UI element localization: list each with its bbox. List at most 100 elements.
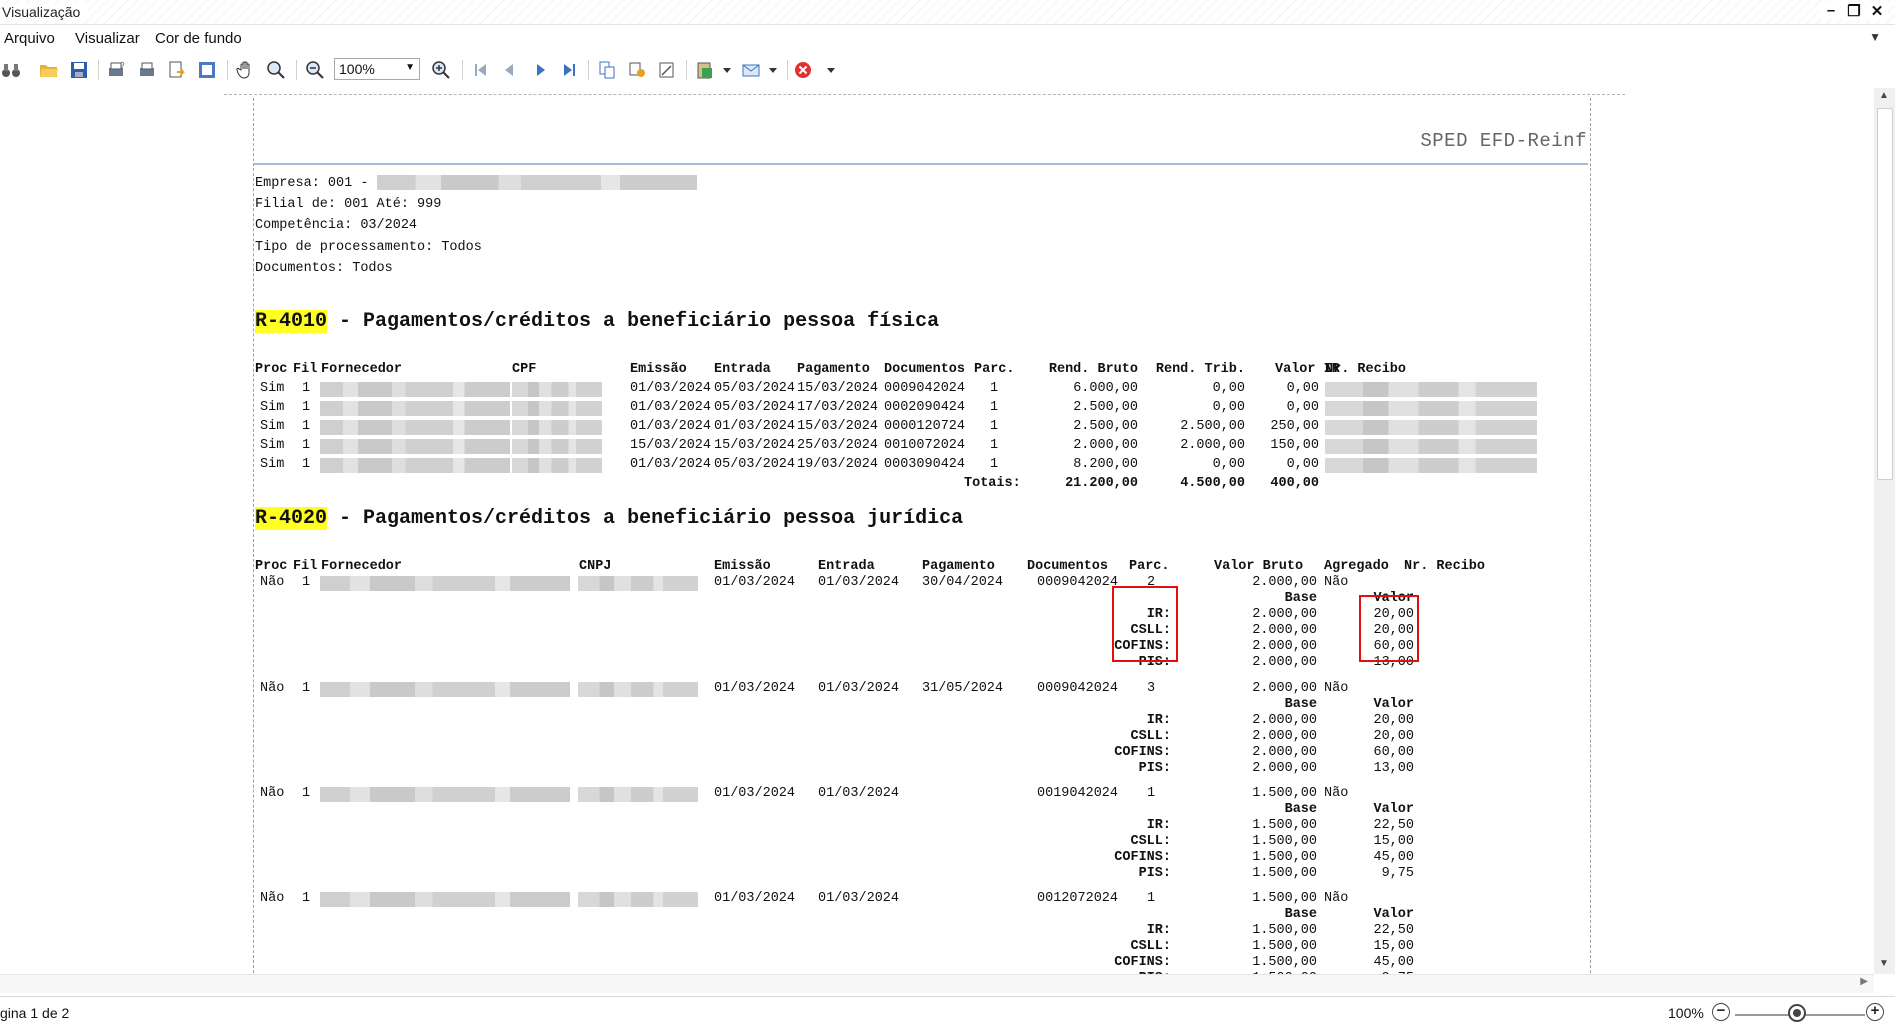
- section-label: - Pagamentos/créditos a beneficiário pes…: [327, 507, 964, 530]
- page-top-guide: [224, 94, 1625, 95]
- vertical-scrollbar[interactable]: ▲ ▼: [1874, 88, 1895, 974]
- prev-page-icon[interactable]: [498, 59, 520, 81]
- fil-cell: 1: [302, 575, 311, 590]
- redacted-recibo: [1325, 420, 1537, 435]
- clipboard-icon[interactable]: [694, 59, 716, 81]
- entrada-cell: 01/03/2024: [818, 786, 900, 801]
- zoom-out-button[interactable]: −: [1712, 1003, 1730, 1021]
- close-icon[interactable]: [792, 59, 814, 81]
- minimize-icon[interactable]: –: [1820, 2, 1842, 19]
- copy-icon[interactable]: [626, 59, 648, 81]
- emissao-cell: 01/03/2024: [630, 400, 712, 415]
- zoom-out-icon[interactable]: [304, 59, 326, 81]
- restore-icon[interactable]: ❐: [1843, 2, 1865, 20]
- tax-valor-cell: 22,50: [1373, 923, 1414, 938]
- documento-cell: 0002090424: [884, 400, 966, 415]
- zoom-in-icon[interactable]: [265, 59, 287, 81]
- scroll-right-icon[interactable]: ▶: [1860, 976, 1868, 987]
- document-viewport[interactable]: SPED EFD-Reinf Empresa: 001 - Filial de:…: [0, 88, 1874, 974]
- documento-cell: 0010072024: [884, 438, 966, 453]
- valor-ir-cell: 250,00: [1270, 419, 1319, 434]
- rend-trib-cell: 2.500,00: [1180, 419, 1245, 434]
- column-header: Fornecedor: [321, 362, 403, 377]
- redacted-cnpj: [578, 576, 698, 591]
- rend-bruto-cell: 2.500,00: [1073, 400, 1138, 415]
- menu-visualizar[interactable]: Visualizar: [75, 30, 140, 47]
- tax-label: COFINS:: [1114, 955, 1171, 970]
- proc-cell: Não: [260, 575, 285, 590]
- base-header: Base: [1284, 907, 1317, 922]
- documento-cell: 0009042024: [884, 381, 966, 396]
- proc-cell: Sim: [260, 400, 285, 415]
- zoom-select[interactable]: 100% ▼: [334, 58, 420, 80]
- redacted-recibo: [1325, 401, 1537, 416]
- info-competencia: Competência: 03/2024: [255, 218, 418, 233]
- header-divider: [254, 163, 1588, 165]
- export-icon[interactable]: [166, 59, 188, 81]
- entrada-cell: 01/03/2024: [714, 419, 796, 434]
- chevron-down-icon[interactable]: [762, 59, 784, 81]
- scroll-up-icon[interactable]: ▲: [1879, 90, 1889, 101]
- edit-page-icon[interactable]: [656, 59, 678, 81]
- column-header: Pagamento: [922, 559, 995, 574]
- info-documentos: Documentos: Todos: [255, 261, 393, 276]
- parc-cell: 1: [990, 419, 999, 434]
- next-page-icon[interactable]: [530, 59, 552, 81]
- save-icon[interactable]: [68, 59, 90, 81]
- column-header: Entrada: [714, 362, 771, 377]
- zoom-in-button[interactable]: +: [1866, 1003, 1884, 1021]
- scroll-down-icon[interactable]: ▼: [1879, 958, 1889, 969]
- zoom-select-value: 100%: [339, 61, 375, 77]
- emissao-cell: 01/03/2024: [714, 575, 796, 590]
- documento-cell: 0019042024: [1037, 786, 1119, 801]
- rend-bruto-cell: 6.000,00: [1073, 381, 1138, 396]
- column-header: Parc.: [1129, 559, 1170, 574]
- menu-arquivo[interactable]: Arquivo: [4, 30, 55, 47]
- first-page-icon[interactable]: [470, 59, 492, 81]
- page-setup-icon[interactable]: [596, 59, 618, 81]
- chevron-down-icon[interactable]: [820, 59, 842, 81]
- base-header: Base: [1284, 802, 1317, 817]
- last-page-icon[interactable]: [558, 59, 580, 81]
- scroll-thumb[interactable]: [1877, 108, 1893, 480]
- window-title: Visualização: [2, 4, 87, 20]
- column-header: Nr. Recibo: [1325, 362, 1407, 377]
- chevron-down-icon[interactable]: [716, 59, 738, 81]
- chevron-down-icon[interactable]: ▼: [1869, 30, 1881, 44]
- section-title-r4010: R-4010 - Pagamentos/créditos a beneficiá…: [255, 310, 939, 333]
- fil-cell: 1: [302, 381, 311, 396]
- redacted-fornecedor: [320, 576, 570, 591]
- column-header: Valor IR: [1275, 362, 1340, 377]
- close-window-icon[interactable]: ✕: [1866, 2, 1888, 20]
- total-bruto: 21.200,00: [1065, 476, 1138, 491]
- redacted-fornecedor: [320, 420, 510, 435]
- documento-cell: 0009042024: [1037, 575, 1119, 590]
- column-header: Fornecedor: [321, 559, 403, 574]
- entrada-cell: 01/03/2024: [818, 891, 900, 906]
- documento-cell: 0003090424: [884, 457, 966, 472]
- emissao-cell: 01/03/2024: [714, 681, 796, 696]
- horizontal-scrollbar[interactable]: ▶: [0, 974, 1874, 993]
- agregado-cell: Não: [1324, 891, 1349, 906]
- tax-base-cell: 1.500,00: [1252, 818, 1317, 833]
- zoom-slider-knob[interactable]: [1788, 1004, 1806, 1022]
- rend-bruto-cell: 2.500,00: [1073, 419, 1138, 434]
- magnifier-icon[interactable]: [430, 59, 452, 81]
- valor-ir-cell: 0,00: [1286, 381, 1319, 396]
- email-icon[interactable]: [740, 59, 762, 81]
- valor-bruto-cell: 1.500,00: [1252, 891, 1317, 906]
- open-folder-icon[interactable]: [38, 59, 60, 81]
- section-title-r4020: R-4020 - Pagamentos/créditos a beneficiá…: [255, 507, 963, 530]
- print-setup-icon[interactable]: ?: [105, 59, 127, 81]
- export-page-icon[interactable]: [196, 59, 218, 81]
- menu-cor-de-fundo[interactable]: Cor de fundo: [155, 30, 242, 47]
- tax-base-cell: 2.000,00: [1252, 761, 1317, 776]
- column-header: Rend. Bruto: [1048, 362, 1138, 377]
- tax-label: IR:: [1146, 818, 1171, 833]
- redacted-cpf: [512, 458, 602, 473]
- entrada-cell: 05/03/2024: [714, 381, 796, 396]
- hand-icon[interactable]: [235, 59, 257, 81]
- binoculars-icon[interactable]: [0, 59, 22, 81]
- redacted-cpf: [512, 420, 602, 435]
- print-icon[interactable]: [136, 59, 158, 81]
